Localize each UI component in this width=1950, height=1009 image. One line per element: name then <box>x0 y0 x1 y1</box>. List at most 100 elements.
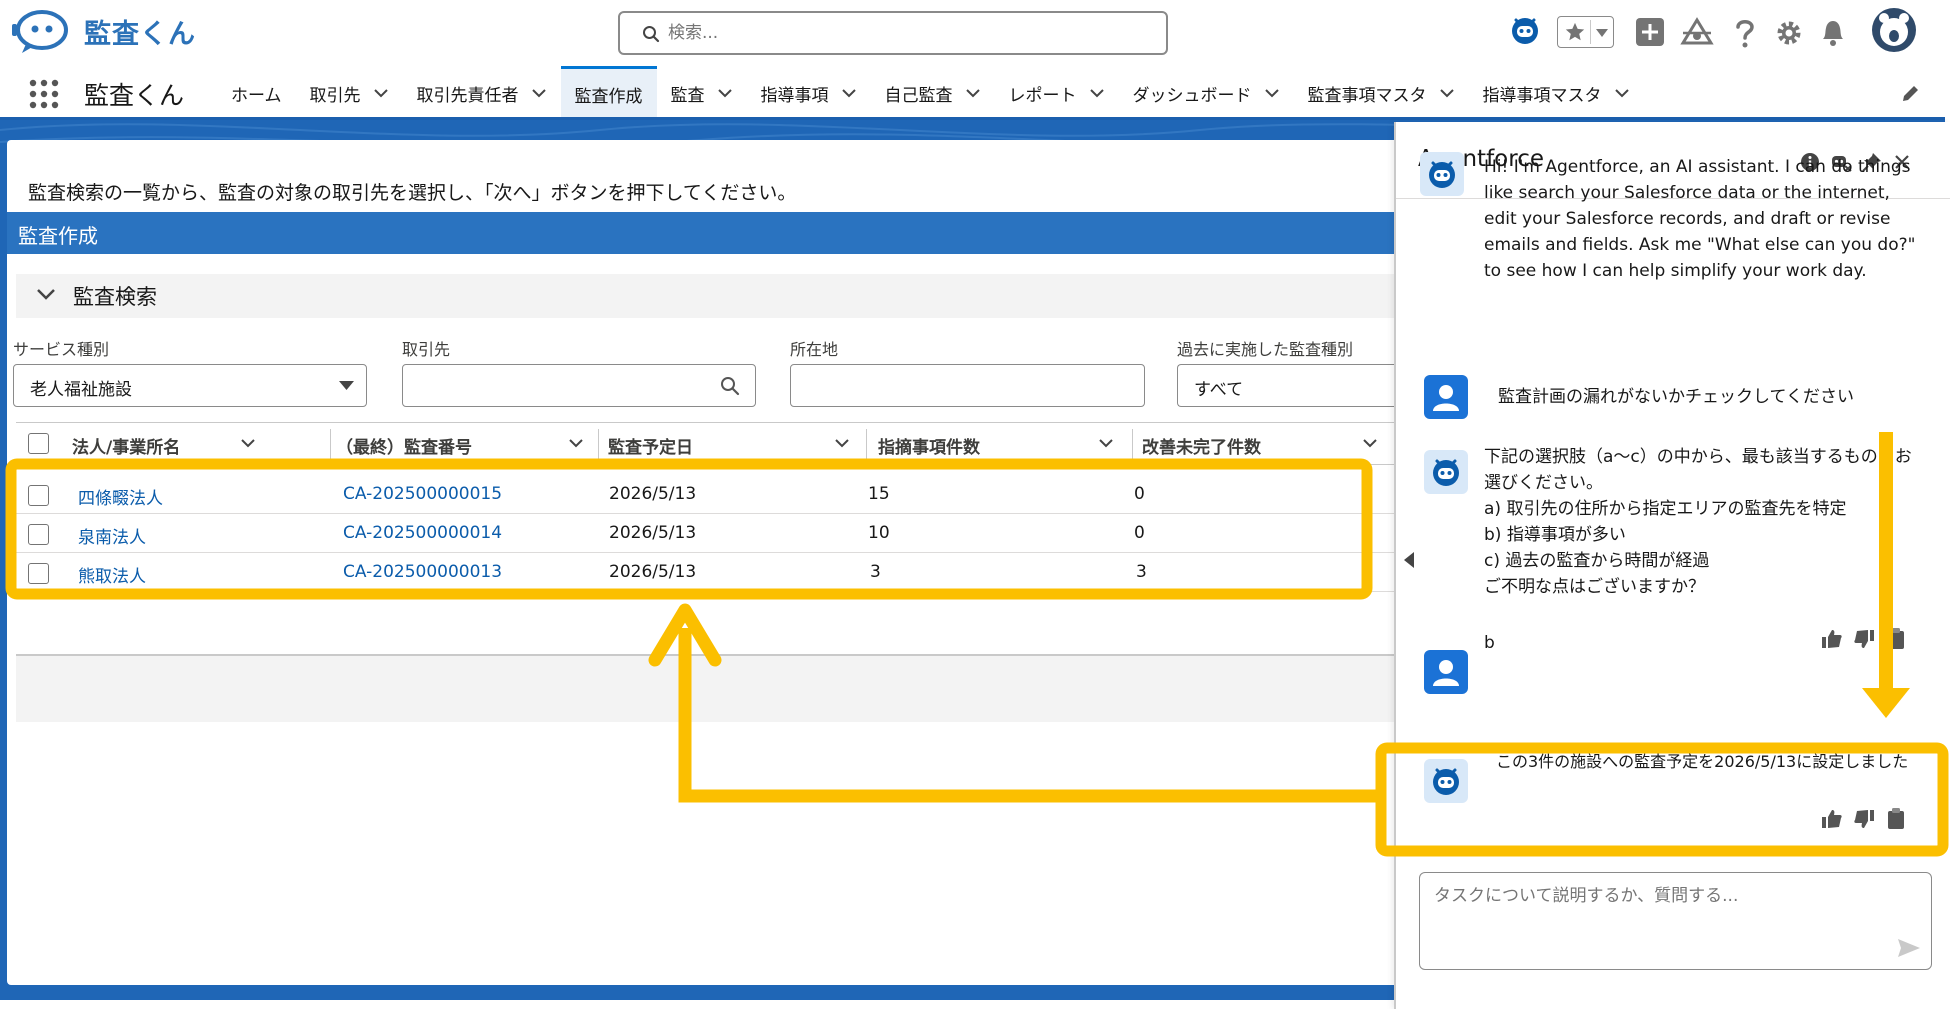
section-header-bar: 監査作成 <box>7 212 1407 254</box>
row-checkbox[interactable] <box>28 485 49 506</box>
agent-message-box[interactable] <box>1419 872 1932 970</box>
global-search[interactable] <box>618 11 1168 55</box>
edit-nav-icon[interactable] <box>1900 84 1920 104</box>
chevron-down-icon[interactable] <box>1614 88 1630 98</box>
section-title: 監査作成 <box>18 224 98 248</box>
table-row[interactable]: 熊取法人 CA-202500000013 2026/5/13 3 3 <box>16 553 1407 592</box>
row-date: 2026/5/13 <box>609 523 697 543</box>
row-audit-no-link[interactable]: CA-202500000014 <box>343 523 502 543</box>
nav-tab-label: ホーム <box>231 85 282 106</box>
row-checkbox[interactable] <box>28 524 49 545</box>
nav-tab-label: 指導事項マスタ <box>1482 85 1602 106</box>
bell-icon[interactable] <box>1819 17 1847 47</box>
row-findings: 3 <box>870 562 881 582</box>
chevron-down-icon[interactable] <box>373 88 389 98</box>
chevron-down-icon[interactable] <box>531 88 547 98</box>
feedback-bar <box>1820 628 1930 650</box>
gear-icon[interactable] <box>1774 18 1804 48</box>
app-nav-bar: 監査くん ホーム 取引先 取引先責任者 監査作成 監査 指導事項 自己監査 レポート ダッシュボ… <box>0 66 1950 120</box>
app-launcher-icon[interactable] <box>29 79 59 109</box>
past-audit-label: 過去に実施した監査種別 <box>1177 340 1354 359</box>
clipboard-icon <box>1888 628 1904 649</box>
column-separator <box>330 429 331 459</box>
nav-tab-audits[interactable]: 監査 <box>657 66 747 120</box>
trailhead-icon[interactable] <box>1680 17 1714 47</box>
nav-tab-label: 取引先 <box>309 85 361 106</box>
nav-tab-home[interactable]: ホーム <box>217 66 296 120</box>
column-scheduled-date[interactable]: 監査予定日 <box>600 423 866 465</box>
past-audit-select[interactable]: すべて <box>1177 364 1407 407</box>
row-open-items: 0 <box>1134 484 1145 504</box>
nav-tab-findings[interactable]: 指導事項 <box>747 66 871 120</box>
chevron-down-icon[interactable] <box>1264 88 1280 98</box>
thumbs-up-icon <box>1822 810 1842 828</box>
agent-bot-avatar <box>1424 450 1468 494</box>
chevron-down-icon[interactable] <box>841 88 857 98</box>
table-row[interactable]: 四條畷法人 CA-202500000015 2026/5/13 15 0 <box>16 475 1407 514</box>
user-message: 監査計画の漏れがないかチェックしてください <box>1498 387 1854 407</box>
send-icon[interactable] <box>1898 939 1920 957</box>
nav-tab-audit-create[interactable]: 監査作成 <box>560 66 657 120</box>
thumbs-up-icon <box>1822 630 1842 648</box>
chevron-down-icon[interactable] <box>717 88 733 98</box>
chevron-down-icon[interactable] <box>1089 88 1105 98</box>
address-input[interactable] <box>790 364 1145 407</box>
help-icon[interactable] <box>1733 17 1757 49</box>
agent-options-message: 下記の選択肢（a〜c）の中から、最も該当するものをお選びください。 a) 取引先… <box>1484 447 1912 597</box>
table-row[interactable]: 泉南法人 CA-202500000014 2026/5/13 10 0 <box>16 514 1407 553</box>
row-audit-no-link[interactable]: CA-202500000015 <box>343 484 502 504</box>
app-name: 監査くん <box>84 81 185 110</box>
thumbs-down-icon <box>1854 630 1874 648</box>
audit-search-section-toggle[interactable]: 監査検索 <box>16 274 1407 318</box>
column-separator <box>866 429 867 459</box>
chevron-down-icon <box>569 439 583 448</box>
row-findings: 15 <box>868 484 890 504</box>
chevron-down-icon[interactable] <box>1439 88 1455 98</box>
past-audit-value: すべて <box>1194 380 1244 400</box>
nav-tab-label: 監査 <box>670 85 705 106</box>
row-account-link[interactable]: 熊取法人 <box>78 562 146 587</box>
feedback-bar <box>1820 808 1930 830</box>
agent-robot-icon[interactable] <box>1508 13 1542 47</box>
chevron-down-icon[interactable] <box>965 88 981 98</box>
feedback-icons <box>1822 808 1904 829</box>
nav-tab-label: ダッシュボード <box>1132 85 1252 106</box>
brand-name[interactable]: 監査くん <box>84 12 196 51</box>
nav-tab-reports[interactable]: レポート <box>995 66 1119 120</box>
avatar[interactable] <box>1870 6 1918 54</box>
nav-tab-self-audit[interactable]: 自己監査 <box>871 66 995 120</box>
agent-message-input[interactable] <box>1434 881 1914 911</box>
row-open-items: 0 <box>1134 523 1145 543</box>
nav-tab-contacts[interactable]: 取引先責任者 <box>403 66 561 120</box>
chevron-down-icon <box>1363 439 1377 448</box>
nav-tab-dashboards[interactable]: ダッシュボード <box>1119 66 1294 120</box>
add-icon[interactable] <box>1635 17 1665 47</box>
select-all-checkbox[interactable] <box>28 433 49 454</box>
nav-tab-label: 監査事項マスタ <box>1307 85 1427 106</box>
row-account-link[interactable]: 泉南法人 <box>78 523 146 548</box>
user-message: b <box>1484 633 1495 653</box>
column-audit-no[interactable]: （最終）監査番号 <box>332 423 598 465</box>
chevron-down-icon <box>37 289 55 300</box>
nav-tab-accounts[interactable]: 取引先 <box>296 66 403 120</box>
search-input[interactable] <box>668 19 1148 47</box>
nav-tab-label: 取引先責任者 <box>416 85 519 106</box>
nav-tab-finding-master[interactable]: 指導事項マスタ <box>1469 66 1644 120</box>
audit-create-card: 監査検索の一覧から、監査の対象の取引先を選択し、「次へ」ボタンを押下してください… <box>7 140 1407 985</box>
nav-tab-audit-item-master[interactable]: 監査事項マスタ <box>1294 66 1469 120</box>
row-audit-no-link[interactable]: CA-202500000013 <box>343 562 502 582</box>
column-open-items[interactable]: 改善未完了件数 <box>1134 423 1398 465</box>
nav-tab-label: 指導事項 <box>760 85 829 106</box>
collapse-caret-icon[interactable] <box>1404 552 1414 568</box>
column-findings-count[interactable]: 指摘事項件数 <box>868 423 1132 465</box>
robot-logo-icon[interactable] <box>12 10 68 54</box>
column-name[interactable]: 法人/事業所名 <box>60 423 268 465</box>
agentforce-panel: Agentforce Hi! I'm Agentforce, an AI ass… <box>1394 122 1950 1009</box>
agent-bot-avatar <box>1420 152 1464 196</box>
user-avatar <box>1424 375 1468 419</box>
account-search-input[interactable] <box>402 364 756 407</box>
row-account-link[interactable]: 四條畷法人 <box>78 484 163 509</box>
favorites-button[interactable] <box>1557 16 1614 48</box>
service-type-select[interactable]: 老人福祉施設 <box>13 364 367 407</box>
row-checkbox[interactable] <box>28 563 49 584</box>
